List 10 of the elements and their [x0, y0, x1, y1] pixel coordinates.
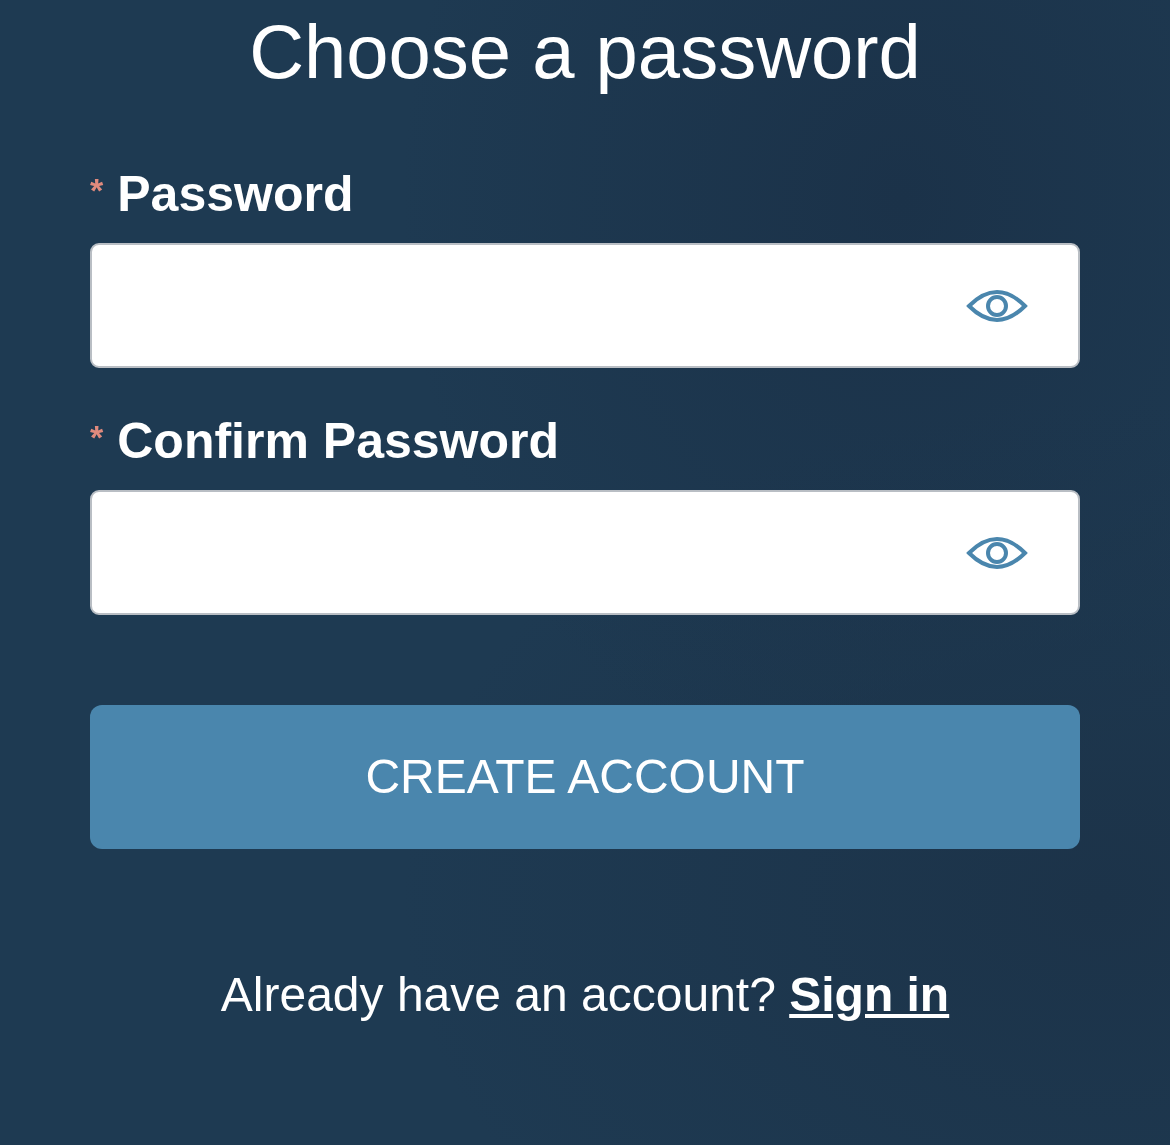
required-asterisk: *: [90, 170, 104, 208]
field-label: Confirm Password: [117, 416, 559, 467]
footer-text: Already have an account?: [220, 968, 776, 1022]
password-field[interactable]: [90, 243, 1080, 369]
required-asterisk: *: [90, 417, 104, 455]
sign-in-link[interactable]: Sign in: [789, 968, 950, 1022]
page-title: Choose a password: [248, 8, 922, 96]
password-field[interactable]: [90, 490, 1080, 616]
field-label: Password: [117, 169, 354, 220]
create-account-button[interactable]: CREATE ACCOUNT: [90, 705, 1080, 850]
